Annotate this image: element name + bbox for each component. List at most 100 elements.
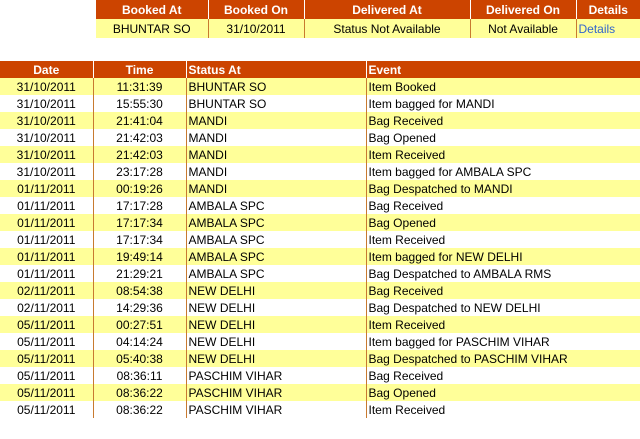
table-row: 02/11/2011 08:54:38 NEW DELHI Bag Received [0,282,640,299]
event-description: Item Booked [366,78,640,95]
delivered-on-value: Not Available [470,19,577,38]
event-description: Bag Despatched to AMBALA RMS [366,265,640,282]
event-time: 00:27:51 [93,316,187,333]
header-delivered-at: Delivered At [304,0,471,19]
event-date: 05/11/2011 [0,367,94,384]
table-row: 31/10/2011 23:17:28 MANDI Item bagged for A… [0,163,640,180]
event-date: 31/10/2011 [0,129,94,146]
event-time: 21:42:03 [93,146,187,163]
header-time: Time [93,61,187,78]
event-status-at: MANDI [186,129,367,146]
event-time: 21:42:03 [93,129,187,146]
event-time: 21:41:04 [93,112,187,129]
event-time: 08:36:22 [93,401,187,418]
event-time: 08:36:22 [93,384,187,401]
event-description: Bag Despatched to NEW DELHI [366,299,640,316]
event-time: 17:17:34 [93,214,187,231]
event-date: 01/11/2011 [0,197,94,214]
header-details: Details [576,0,640,19]
table-row: 05/11/2011 08:36:11 PASCHIM VIHAR Bag Recei… [0,367,640,384]
event-status-at: PASCHIM VIHAR [186,367,367,384]
event-date: 01/11/2011 [0,265,94,282]
event-date: 02/11/2011 [0,282,94,299]
table-row: 31/10/2011 15:55:30 BHUNTAR SO Item bagged … [0,95,640,112]
table-row: 05/11/2011 00:27:51 NEW DELHI Item Received [0,316,640,333]
summary-header-row: Booked At Booked On Delivered At Deliver… [96,0,640,19]
table-row: 02/11/2011 14:29:36 NEW DELHI Bag Despatche… [0,299,640,316]
event-description: Bag Opened [366,384,640,401]
event-date: 31/10/2011 [0,95,94,112]
event-time: 04:14:24 [93,333,187,350]
event-status-at: AMBALA SPC [186,231,367,248]
table-row: 01/11/2011 17:17:28 AMBALA SPC Bag Received [0,197,640,214]
table-row: 01/11/2011 17:17:34 AMBALA SPC Bag Opened [0,214,640,231]
table-row: 01/11/2011 19:49:14 AMBALA SPC Item bagged … [0,248,640,265]
event-status-at: MANDI [186,112,367,129]
event-description: Bag Opened [366,214,640,231]
event-description: Item Received [366,316,640,333]
event-status-at: MANDI [186,180,367,197]
event-status-at: NEW DELHI [186,316,367,333]
booked-at-value: BHUNTAR SO [96,19,209,38]
table-row: 05/11/2011 04:14:24 NEW DELHI Item bagged f… [0,333,640,350]
event-date: 01/11/2011 [0,248,94,265]
event-date: 01/11/2011 [0,214,94,231]
event-description: Bag Despatched to MANDI [366,180,640,197]
event-date: 31/10/2011 [0,146,94,163]
event-date: 05/11/2011 [0,333,94,350]
event-status-at: AMBALA SPC [186,265,367,282]
event-status-at: NEW DELHI [186,350,367,367]
event-description: Bag Opened [366,129,640,146]
summary-row: BHUNTAR SO 31/10/2011 Status Not Availab… [96,19,640,38]
table-row: 31/10/2011 21:42:03 MANDI Bag Opened [0,129,640,146]
event-status-at: NEW DELHI [186,299,367,316]
delivered-at-value: Status Not Available [304,19,471,38]
event-status-at: AMBALA SPC [186,248,367,265]
details-cell: Details [576,19,640,38]
event-date: 01/11/2011 [0,231,94,248]
event-status-at: MANDI [186,146,367,163]
table-row: 05/11/2011 05:40:38 NEW DELHI Bag Despatche… [0,350,640,367]
table-row: 01/11/2011 17:17:34 AMBALA SPC Item Receive… [0,231,640,248]
event-status-at: BHUNTAR SO [186,78,367,95]
event-status-at: NEW DELHI [186,333,367,350]
event-time: 08:36:11 [93,367,187,384]
event-date: 31/10/2011 [0,163,94,180]
event-time: 15:55:30 [93,95,187,112]
event-time: 14:29:36 [93,299,187,316]
event-time: 11:31:39 [93,78,187,95]
event-date: 31/10/2011 [0,112,94,129]
event-status-at: AMBALA SPC [186,197,367,214]
event-date: 31/10/2011 [0,78,94,95]
event-status-at: PASCHIM VIHAR [186,401,367,418]
event-date: 05/11/2011 [0,401,94,418]
event-date: 05/11/2011 [0,316,94,333]
event-date: 01/11/2011 [0,180,94,197]
event-date: 05/11/2011 [0,350,94,367]
events-header-row: Date Time Status At Event [0,61,640,78]
table-row: 31/10/2011 21:41:04 MANDI Bag Received [0,112,640,129]
table-row: 05/11/2011 08:36:22 PASCHIM VIHAR Bag Opene… [0,384,640,401]
header-status-at: Status At [186,61,367,78]
booking-summary-table: Booked At Booked On Delivered At Deliver… [96,0,640,38]
event-status-at: NEW DELHI [186,282,367,299]
event-status-at: BHUNTAR SO [186,95,367,112]
event-description: Item bagged for PASCHIM VIHAR [366,333,640,350]
event-date: 05/11/2011 [0,384,94,401]
event-description: Bag Despatched to PASCHIM VIHAR [366,350,640,367]
table-row: 01/11/2011 21:29:21 AMBALA SPC Bag Despatch… [0,265,640,282]
table-row: 31/10/2011 11:31:39 BHUNTAR SO Item Booked [0,78,640,95]
event-description: Bag Received [366,282,640,299]
event-time: 17:17:28 [93,197,187,214]
tracking-events-table: Date Time Status At Event 31/10/2011 11:3… [0,61,640,418]
event-status-at: AMBALA SPC [186,214,367,231]
event-time: 00:19:26 [93,180,187,197]
event-time: 21:29:21 [93,265,187,282]
event-description: Bag Received [366,197,640,214]
events-body: 31/10/2011 11:31:39 BHUNTAR SO Item Booked 3… [0,78,640,418]
event-description: Item bagged for MANDI [366,95,640,112]
event-description: Bag Received [366,112,640,129]
event-time: 19:49:14 [93,248,187,265]
details-link[interactable]: Details [579,22,616,36]
header-event: Event [366,61,640,78]
